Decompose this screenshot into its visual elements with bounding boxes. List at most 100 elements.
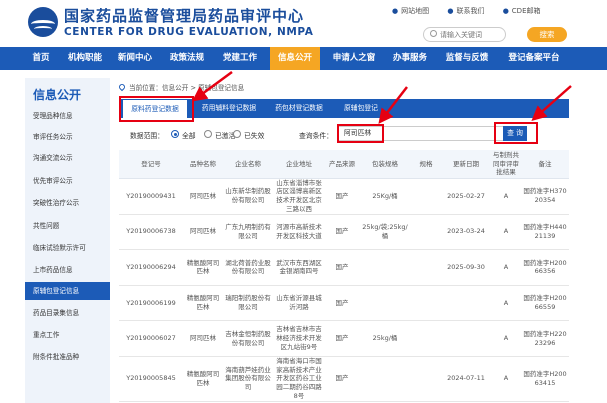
table-header: 登记号 品种名称 企业名称 企业地址 产品来源 包装规格 规格 更新日期 与制剂…: [119, 150, 569, 179]
tab-excipient-data[interactable]: 药用辅料登记数据: [195, 99, 263, 118]
table-cell: Y20190006294: [119, 249, 183, 286]
registration-table: 登记号 品种名称 企业名称 企业地址 产品来源 包装规格 规格 更新日期 与制剂…: [119, 150, 569, 402]
sidebar-title: 信息公开: [33, 88, 82, 102]
table-cell: 25kg/袋;25kg/桶: [359, 214, 411, 251]
table-cell: 精氨酸阿司匹林: [183, 249, 223, 286]
table-cell: 武汉市东西湖区金银湖南四号: [273, 249, 325, 286]
radio-activated[interactable]: [204, 130, 212, 138]
sidebar-item-marketed-drugs[interactable]: 上市药品信息: [25, 261, 110, 279]
table-cell: 精氨酸阿司匹林: [183, 285, 223, 322]
col-header: 企业名称: [223, 150, 273, 179]
radio-expired[interactable]: [233, 130, 241, 138]
col-header: 备注: [521, 150, 569, 179]
table-cell: Y20190005845: [119, 356, 183, 402]
col-header: 包装规格: [359, 150, 411, 179]
nav-functions[interactable]: 机构职能: [60, 47, 110, 70]
cde-logo-icon[interactable]: [28, 7, 58, 37]
site-subtitle: CENTER FOR DRUG EVALUATION, NMPA: [64, 26, 314, 38]
table-cell: 国产: [325, 320, 359, 357]
table-cell: Y20190006738: [119, 214, 183, 251]
table-cell: 2025-02-27: [441, 178, 491, 215]
radio-expired-label: 已失效: [244, 132, 265, 140]
table-cell: A: [491, 356, 521, 402]
sidebar-item-priority-review[interactable]: 优先审评公示: [25, 172, 110, 190]
nav-party[interactable]: 党建工作: [214, 47, 266, 70]
table-cell: Y20190009431: [119, 178, 183, 215]
radio-all[interactable]: [171, 130, 179, 138]
sidebar-item-acceptance[interactable]: 受理品种信息: [25, 107, 110, 125]
sidebar-item-registration-info[interactable]: 原辅包登记信息: [25, 282, 110, 300]
mail-icon: ●: [502, 7, 509, 15]
contact-link[interactable]: ● 联系我们: [447, 6, 484, 16]
table-cell: 吉林金恒制药股份有限公司: [223, 320, 273, 357]
email-link[interactable]: ● CDE邮箱: [503, 6, 541, 16]
table-row[interactable]: Y20190006199 精氨酸阿司匹林 瑞阳制药股份有限公司 山东省沂源县城沂河路国…: [119, 285, 569, 322]
tab-registration[interactable]: 原辅包登记: [335, 99, 387, 118]
table-cell: [441, 285, 491, 322]
nav-applicant[interactable]: 申请人之窗: [325, 47, 383, 70]
table-cell: [411, 285, 441, 322]
table-cell: 2023-03-24: [441, 214, 491, 251]
table-cell: 山东新华制药股份有限公司: [223, 178, 273, 215]
nav-registration[interactable]: 登记备案平台: [500, 47, 568, 70]
table-cell: A: [491, 285, 521, 322]
condition-label: 查询条件：: [299, 132, 333, 140]
search-button[interactable]: 搜索: [527, 27, 567, 42]
sidebar-item-conditional-approval[interactable]: 附条件批准品种: [25, 348, 110, 366]
sidebar-item-catalog[interactable]: 药品目录集信息: [25, 304, 110, 322]
site-map-link[interactable]: ● 网站地图: [392, 6, 429, 16]
table-row[interactable]: Y20190009431 阿司匹林 山东新华制药股份有限公司 山东省淄博市张店区淄博高…: [119, 178, 569, 215]
site-header: 国家药品监督管理局药品审评中心 CENTER FOR DRUG EVALUATI…: [0, 0, 607, 46]
table-cell: 国药准字H37020354: [521, 178, 569, 215]
tab-packaging-data[interactable]: 药包材登记数据: [268, 99, 330, 118]
sidebar-item-key-work[interactable]: 重点工作: [25, 326, 110, 344]
table-cell: Y20190006199: [119, 285, 183, 322]
nav-info-public[interactable]: 信息公开: [270, 47, 320, 70]
table-cell: [359, 285, 411, 322]
phone-icon: ●: [447, 7, 454, 15]
nav-policy[interactable]: 政策法规: [162, 47, 212, 70]
table-cell: 国药准字H20063415: [521, 356, 569, 402]
range-label: 数据范围：: [130, 132, 164, 140]
table-cell: 山东省沂源县城沂河路: [273, 285, 325, 322]
table-row[interactable]: Y20190006027 阿司匹林 吉林金恒制药股份有限公司 吉林省吉林市吉林经济技术…: [119, 320, 569, 357]
site-title[interactable]: 国家药品监督管理局药品审评中心: [64, 5, 304, 26]
sidebar-item-review-tasks[interactable]: 审评任务公示: [25, 128, 110, 146]
sidebar-item-common-issues[interactable]: 共性问题: [25, 217, 110, 235]
table-cell: [359, 249, 411, 286]
table-cell: 国药准字H44021139: [521, 214, 569, 251]
location-pin-icon: [117, 82, 127, 92]
breadcrumb: 当前位置：信息公开 > 原辅包登记信息: [117, 82, 245, 92]
col-header: 企业地址: [273, 150, 325, 179]
table-cell: A: [491, 249, 521, 286]
table-cell: 2025-09-30: [441, 249, 491, 286]
nav-feedback[interactable]: 监督与反馈: [438, 47, 496, 70]
breadcrumb-text: 当前位置：信息公开 > 原辅包登记信息: [129, 84, 245, 92]
table-cell: 广东九明制药有限公司: [223, 214, 273, 251]
table-cell: 湖北荷普药业股份有限公司: [223, 249, 273, 286]
sidebar-item-communication[interactable]: 沟通交流公示: [25, 149, 110, 167]
top-links: ● 网站地图 ● 联系我们 ● CDE邮箱: [392, 6, 557, 16]
table-cell: [411, 356, 441, 402]
table-row[interactable]: Y20190005845 精氨酸阿司匹林 海南葫芦娃药业集团股份有限公司 海南省海口市…: [119, 356, 569, 402]
table-cell: 国产: [325, 214, 359, 251]
table-row[interactable]: Y20190006738 阿司匹林 广东九明制药有限公司 河源市高新技术开发区科技大道…: [119, 214, 569, 251]
table-cell: 吉林省吉林市吉林经济技术开发区九站街9号: [273, 320, 325, 357]
table-cell: 国产: [325, 356, 359, 402]
radio-all-label: 全部: [182, 132, 196, 140]
table-cell: 阿司匹林: [183, 214, 223, 251]
search-input[interactable]: [440, 29, 504, 40]
sidebar-item-clinical-trial[interactable]: 临床试验默示许可: [25, 239, 110, 257]
nav-home[interactable]: 首页: [25, 47, 57, 70]
table-cell: 国药准字H22023296: [521, 320, 569, 357]
table-cell: 2024-07-11: [441, 356, 491, 402]
nav-services[interactable]: 办事服务: [385, 47, 435, 70]
sidebar-item-breakthrough[interactable]: 突破性治疗公示: [25, 194, 110, 212]
col-header: 产品来源: [325, 150, 359, 179]
table-cell: [359, 356, 411, 402]
location-icon: ●: [392, 7, 399, 15]
col-header: 更新日期: [441, 150, 491, 179]
table-row[interactable]: Y20190006294 精氨酸阿司匹林 湖北荷普药业股份有限公司 武汉市东西湖区金银…: [119, 249, 569, 286]
search-icon: [430, 30, 437, 37]
nav-news[interactable]: 新闻中心: [110, 47, 160, 70]
